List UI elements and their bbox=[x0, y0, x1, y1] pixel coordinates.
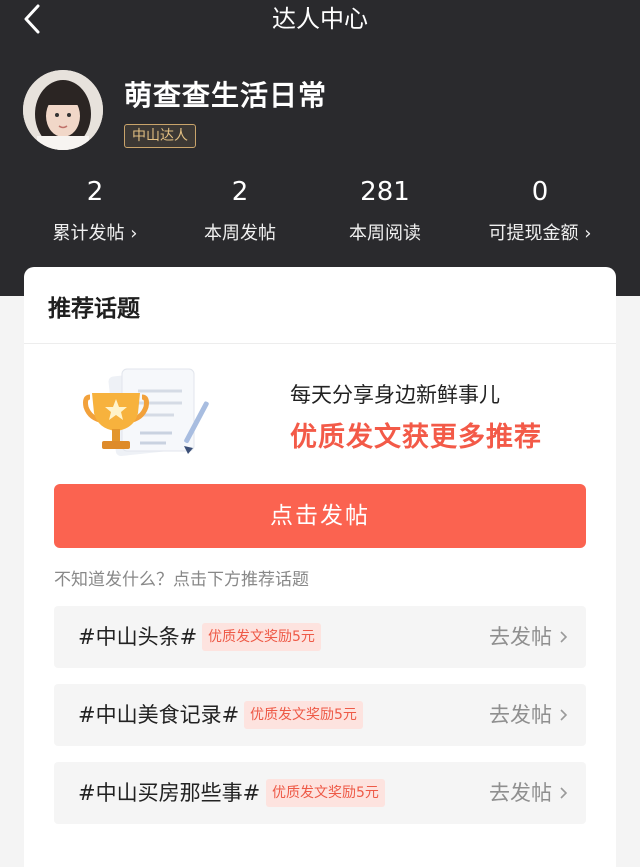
nav-bar: 达人中心 bbox=[0, 0, 640, 40]
reward-tag: 优质发文奖励5元 bbox=[244, 701, 363, 729]
stat-withdrawable[interactable]: 0 可提现金额 › bbox=[460, 172, 620, 245]
trophy-document-icon bbox=[83, 368, 209, 457]
promo-line-2: 优质发文获更多推荐 bbox=[290, 422, 542, 453]
chevron-right-icon bbox=[560, 787, 568, 799]
stat-value: 281 bbox=[360, 177, 410, 207]
stat-value: 0 bbox=[531, 177, 549, 207]
go-post-link[interactable]: 去发帖 bbox=[489, 762, 552, 824]
topic-name: #中山美食记录# bbox=[78, 703, 240, 727]
stat-value: 2 bbox=[231, 177, 249, 207]
chevron-right-icon bbox=[560, 709, 568, 721]
go-post-link[interactable]: 去发帖 bbox=[489, 606, 552, 668]
stat-label: 累计发帖 › bbox=[52, 223, 138, 244]
topic-name: #中山头条# bbox=[78, 625, 198, 649]
stat-week-posts: 2 本周发帖 bbox=[160, 172, 320, 245]
stat-value: 2 bbox=[86, 177, 104, 207]
stat-total-posts[interactable]: 2 累计发帖 › bbox=[15, 172, 175, 245]
topic-row-toutiao[interactable]: #中山头条# 优质发文奖励5元 去发帖 bbox=[54, 606, 586, 668]
stat-label: 可提现金额 › bbox=[488, 223, 592, 244]
stat-label: 本周阅读 bbox=[349, 223, 421, 244]
avatar[interactable] bbox=[23, 70, 103, 150]
header-background bbox=[0, 0, 640, 296]
stat-label: 本周发帖 bbox=[204, 223, 276, 244]
reward-tag: 优质发文奖励5元 bbox=[202, 623, 321, 651]
reward-tag: 优质发文奖励5元 bbox=[266, 779, 385, 807]
divider bbox=[24, 343, 616, 344]
user-avatar-icon bbox=[23, 70, 103, 150]
topic-row-housing[interactable]: #中山买房那些事# 优质发文奖励5元 去发帖 bbox=[54, 762, 586, 824]
expert-badge: 中山达人 bbox=[124, 124, 196, 148]
promo-line-1: 每天分享身边新鲜事儿 bbox=[290, 383, 500, 407]
page-title: 达人中心 bbox=[272, 5, 368, 33]
card-title: 推荐话题 bbox=[48, 296, 140, 322]
topic-row-food[interactable]: #中山美食记录# 优质发文奖励5元 去发帖 bbox=[54, 684, 586, 746]
stat-week-reads: 281 本周阅读 bbox=[305, 172, 465, 245]
chevron-right-icon bbox=[560, 631, 568, 643]
user-name: 萌查查生活日常 bbox=[124, 79, 328, 112]
topic-name: #中山买房那些事# bbox=[78, 781, 261, 805]
go-post-link[interactable]: 去发帖 bbox=[489, 684, 552, 746]
hint-text: 不知道发什么？点击下方推荐话题 bbox=[54, 570, 309, 590]
create-post-button[interactable]: 点击发帖 bbox=[54, 484, 586, 548]
recommended-topics-card: 推荐话题 每天分享身边新鲜事儿 优质发文获更多推荐 点击发帖 不知道发什么？点击… bbox=[24, 267, 616, 867]
